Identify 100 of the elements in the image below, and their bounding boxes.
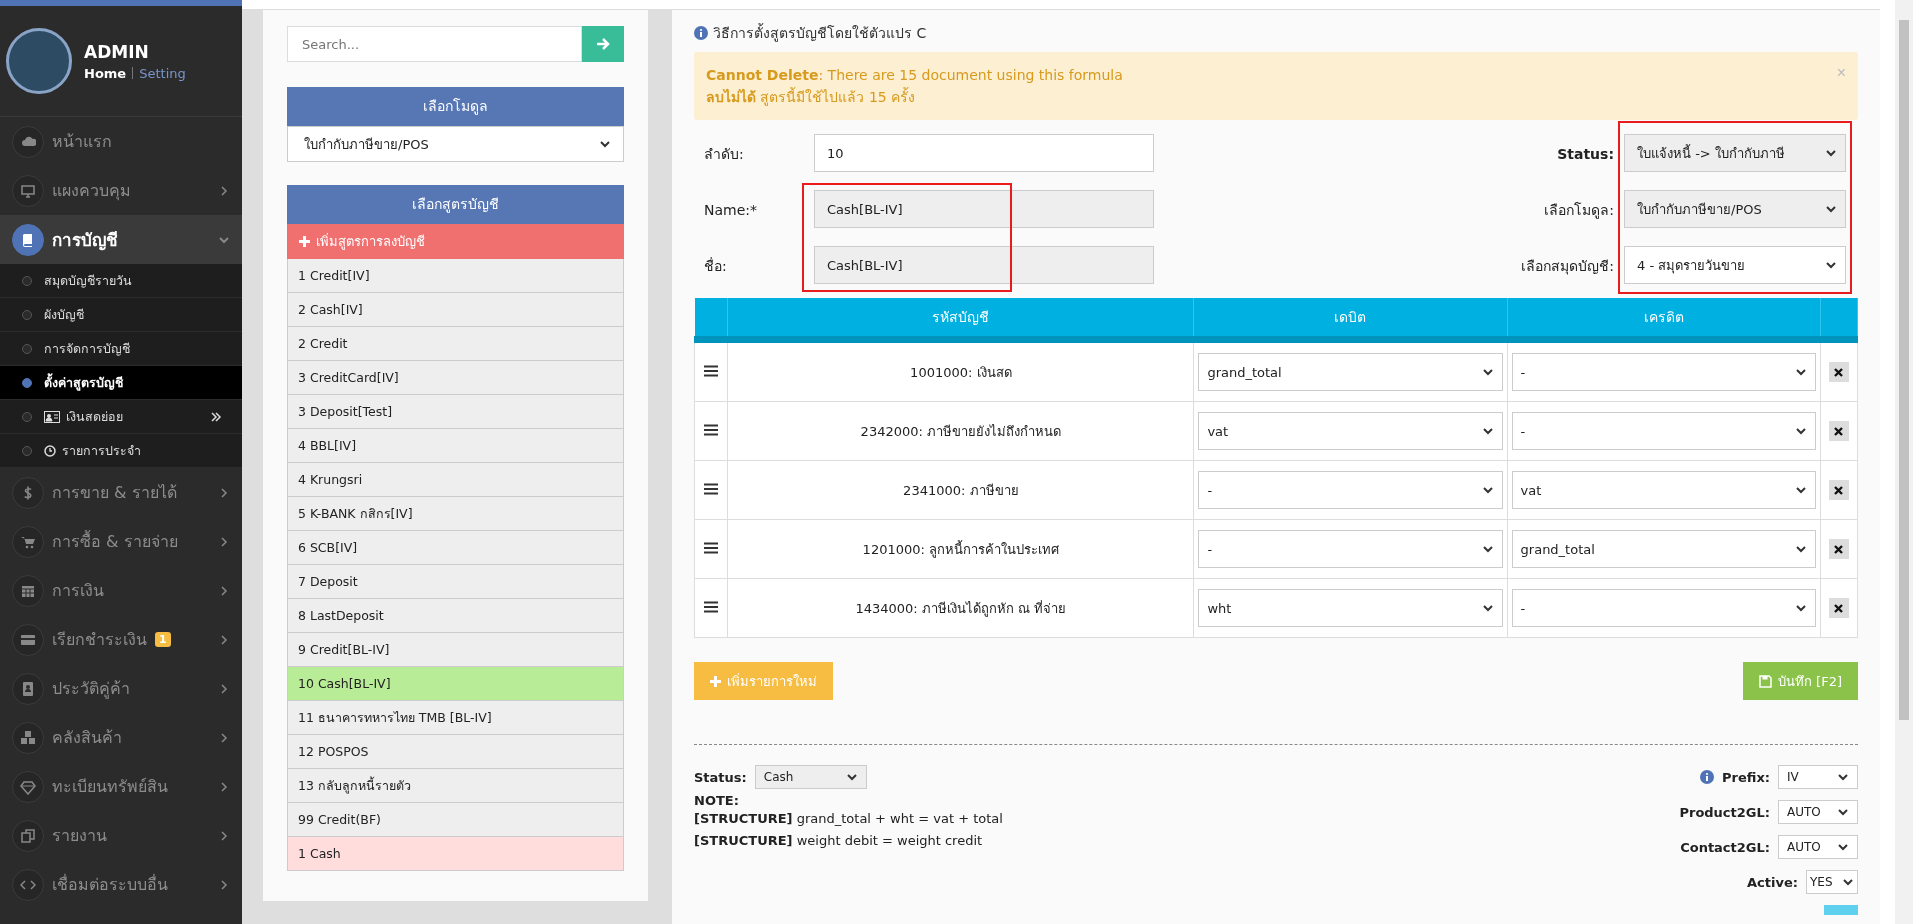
- formula-list-item[interactable]: 4 Krungsri: [287, 463, 624, 497]
- chevron-icon: [1842, 876, 1854, 888]
- field-label: ชื่อ:: [704, 256, 728, 276]
- delete-row-button[interactable]: [1828, 480, 1849, 500]
- column-header: เครดิต: [1507, 298, 1821, 340]
- formula-list-item[interactable]: 99 Credit(BF): [287, 803, 624, 837]
- dropdown[interactable]: AUTO: [1778, 835, 1858, 859]
- drag-handle-icon[interactable]: [704, 541, 719, 554]
- sidebar-item[interactable]: การเงิน: [0, 566, 242, 615]
- info-icon: [694, 26, 708, 40]
- dropdown[interactable]: IV: [1778, 765, 1858, 789]
- table-header-cell: [694, 298, 728, 340]
- submenu-item[interactable]: ตั้งค่าสูตรบัญชี: [0, 366, 242, 400]
- timeline-dot: [22, 309, 32, 320]
- submenu-item[interactable]: เงินสดย่อย: [0, 400, 242, 434]
- dropdown[interactable]: wht: [1198, 589, 1503, 627]
- formula-list-item[interactable]: 11 ธนาคารทหารไทย TMB [BL-IV]: [287, 701, 624, 735]
- sidebar-item[interactable]: รายงาน: [0, 811, 242, 860]
- sidebar-item[interactable]: การบัญชี: [0, 215, 242, 264]
- count-badge: 1: [155, 632, 171, 647]
- chevron-icon: [1837, 841, 1849, 853]
- clock-icon: [44, 444, 56, 457]
- text-field[interactable]: 10: [814, 134, 1154, 172]
- scrollbar[interactable]: [1895, 0, 1913, 924]
- dropdown[interactable]: vat: [1198, 412, 1503, 450]
- formula-list-item[interactable]: 9 Credit[BL-IV]: [287, 633, 624, 667]
- nav-link[interactable]: Setting: [139, 65, 186, 81]
- field-label: Prefix:: [1722, 769, 1770, 785]
- chevron-icon: [1837, 806, 1849, 818]
- chevron-icon: [1481, 366, 1494, 378]
- panel-header: เลือกสูตรบัญชี: [287, 185, 624, 224]
- field-label: เลือกโมดูล:: [1544, 201, 1614, 221]
- note-title: NOTE:: [694, 793, 740, 808]
- dropdown[interactable]: -: [1198, 530, 1503, 568]
- sidebar-item[interactable]: เชื่อมต่อระบบอื่น: [0, 860, 242, 909]
- info-icon[interactable]: [1700, 770, 1714, 784]
- formula-list-item[interactable]: 6 SCB[IV]: [287, 531, 624, 565]
- drag-handle-icon[interactable]: [704, 482, 719, 495]
- dropdown[interactable]: grand_total: [1198, 353, 1503, 391]
- drag-handle-icon[interactable]: [704, 600, 719, 613]
- scrollbar-thumb[interactable]: [1899, 20, 1909, 720]
- timeline-dot: [22, 377, 32, 388]
- submenu-item[interactable]: รายการประจำ: [0, 434, 242, 468]
- alert-message: Cannot Delete: There are 15 document using this formula: [706, 66, 1123, 85]
- dropdown[interactable]: ใบกำกับภาษีขาย/POS: [287, 126, 624, 162]
- formula-list-item[interactable]: 1 Credit[IV]: [287, 259, 624, 293]
- chevron-icon: [1481, 425, 1494, 437]
- delete-row-button[interactable]: [1828, 362, 1849, 382]
- dropdown[interactable]: -: [1511, 589, 1816, 627]
- formula-list-item[interactable]: 1 Cash: [287, 837, 624, 871]
- formula-list-item[interactable]: 13 กลับลูกหนี้รายตัว: [287, 769, 624, 803]
- delete-row-button[interactable]: [1828, 421, 1849, 441]
- dropdown[interactable]: -: [1511, 353, 1816, 391]
- sidebar-item[interactable]: เรียกชำระเงิน 1: [0, 615, 242, 664]
- delete-row-button[interactable]: [1828, 598, 1849, 618]
- help-link[interactable]: วิธีการตั้งสูตรบัญชีโดยใช้ตัวแปร C: [694, 22, 1858, 44]
- chevron-icon: [1825, 203, 1837, 215]
- chevron-icon: [1794, 484, 1807, 496]
- drag-handle-icon[interactable]: [704, 423, 719, 436]
- timeline-dot: [22, 445, 32, 456]
- table-header-cell: [1820, 298, 1858, 340]
- dropdown[interactable]: grand_total: [1511, 530, 1816, 568]
- formula-list-item[interactable]: 7 Deposit: [287, 565, 624, 599]
- chevron-icon: [845, 771, 858, 783]
- chevron-icon: [1794, 602, 1807, 614]
- dropdown[interactable]: -: [1511, 412, 1816, 450]
- drag-handle-icon[interactable]: [704, 364, 719, 377]
- sidebar-item[interactable]: หน้าแรก: [0, 117, 242, 166]
- user-name: ADMIN: [84, 41, 150, 62]
- dropdown[interactable]: YES: [1806, 870, 1858, 894]
- sidebar-item[interactable]: การขาย & รายได้: [0, 468, 242, 517]
- chevron-icon: [1481, 543, 1494, 555]
- formula-list-item[interactable]: 5 K-BANK กสิกร[IV]: [287, 497, 624, 531]
- chevron-icon: [1837, 771, 1849, 783]
- sidebar-item[interactable]: คลังสินค้า: [0, 713, 242, 762]
- formula-list-item[interactable]: 3 CreditCard[IV]: [287, 361, 624, 395]
- plus-icon: [299, 236, 310, 247]
- dropdown[interactable]: AUTO: [1778, 800, 1858, 824]
- sidebar-item[interactable]: แผงควบคุม: [0, 166, 242, 215]
- dropdown[interactable]: vat: [1511, 471, 1816, 509]
- search-field[interactable]: Search...: [287, 26, 582, 62]
- formula-list-item[interactable]: 10 Cash[BL-IV]: [287, 667, 624, 701]
- delete-row-button[interactable]: [1828, 539, 1849, 559]
- panel-header: เลือกโมดูล: [287, 87, 624, 126]
- formula-list-item[interactable]: 2 Cash[IV]: [287, 293, 624, 327]
- formula-list-item[interactable]: 8 LastDeposit: [287, 599, 624, 633]
- sidebar-item[interactable]: ทะเบียนทรัพย์สิน: [0, 762, 242, 811]
- formula-list-item[interactable]: 4 BBL[IV]: [287, 429, 624, 463]
- formula-list-item[interactable]: 3 Deposit[Test]: [287, 395, 624, 429]
- sidebar-item[interactable]: ประวัติคู่ค้า: [0, 664, 242, 713]
- note-text: [STRUCTURE] grand_total + wht = vat + total: [694, 810, 1003, 828]
- close-icon: [1834, 426, 1844, 436]
- formula-list-item[interactable]: 2 Credit: [287, 327, 624, 361]
- chevron-icon: [1794, 366, 1807, 378]
- dropdown[interactable]: Cash: [754, 765, 867, 789]
- dropdown[interactable]: 4 - สมุดรายวันขาย: [1624, 246, 1846, 284]
- sidebar-item[interactable]: การซื้อ & รายจ่าย: [0, 517, 242, 566]
- dropdown[interactable]: -: [1198, 471, 1503, 509]
- formula-list-item[interactable]: 12 POSPOS: [287, 735, 624, 769]
- nav-link[interactable]: Home: [84, 65, 127, 81]
